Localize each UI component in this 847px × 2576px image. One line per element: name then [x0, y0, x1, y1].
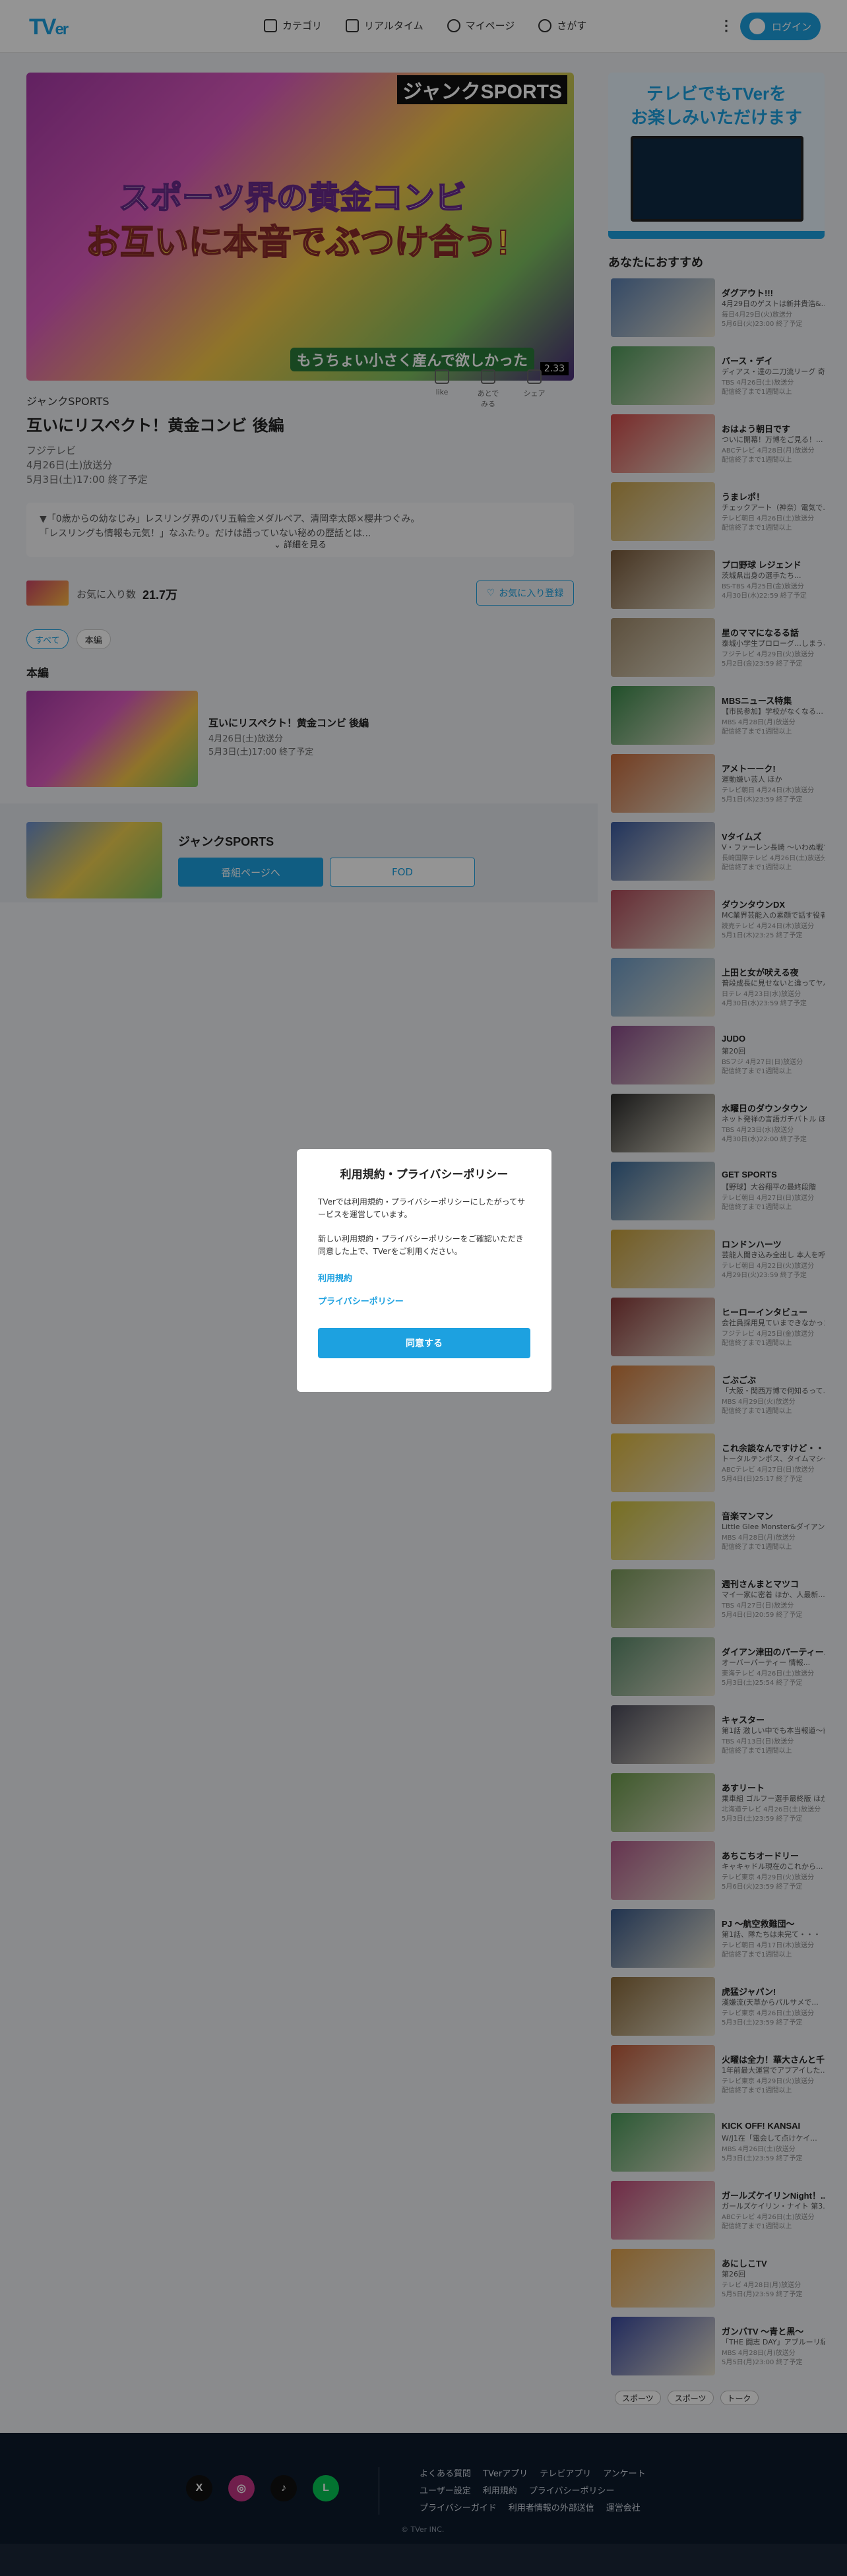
terms-link[interactable]: 利用規約: [318, 1271, 530, 1284]
modal-title: 利用規約・プライバシーポリシー: [340, 1168, 509, 1181]
modal-body-2: 新しい利用規約・プライバシーポリシーをご確認いただき同意した上で、TVerをご利…: [318, 1234, 524, 1256]
modal-body-1: TVerでは利用規約・プライバシーポリシーにしたがってサービスを運営しています。: [318, 1197, 526, 1219]
privacy-link[interactable]: プライバシーポリシー: [318, 1294, 530, 1307]
agree-button[interactable]: 同意する: [318, 1328, 530, 1358]
terms-modal: 利用規約・プライバシーポリシー TVerでは利用規約・プライバシーポリシーにした…: [297, 1149, 551, 1392]
